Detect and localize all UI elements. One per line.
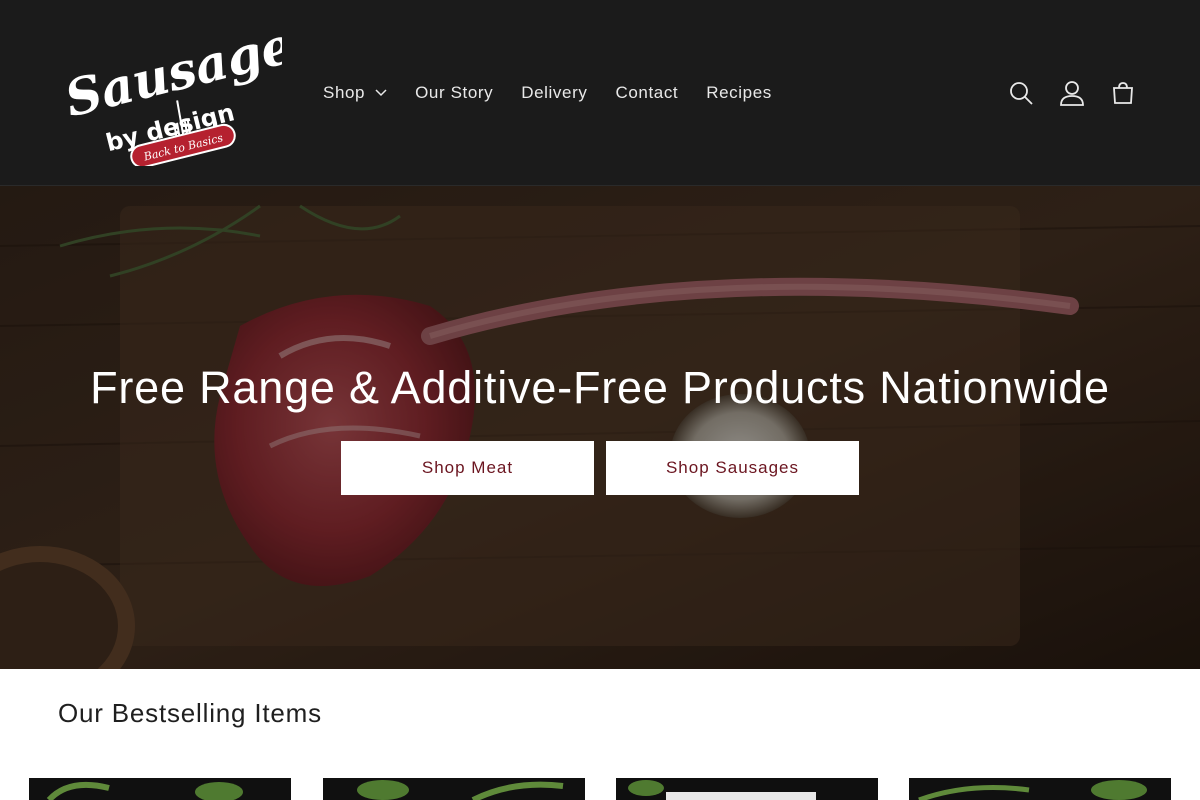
nav-our-story-label: Our Story: [415, 83, 494, 102]
shop-sausages-button[interactable]: Shop Sausages: [606, 441, 859, 495]
cart-icon: [1112, 81, 1133, 104]
nav-contact[interactable]: Contact: [601, 75, 692, 111]
nav-delivery[interactable]: Delivery: [507, 75, 601, 111]
cart-button[interactable]: [1100, 70, 1145, 115]
bestsellers-grid: [29, 778, 1171, 800]
site-header: Sausages by design Back to Basics Shop O…: [0, 0, 1200, 186]
hero-banner: Free Range & Additive-Free Products Nati…: [0, 186, 1200, 669]
nav-delivery-label: Delivery: [521, 83, 588, 102]
product-image: [909, 778, 1171, 800]
product-card[interactable]: [323, 778, 585, 800]
nav-shop[interactable]: Shop: [309, 75, 401, 111]
nav-recipes-label: Recipes: [706, 83, 772, 102]
nav-our-story[interactable]: Our Story: [401, 75, 507, 111]
shop-meat-button[interactable]: Shop Meat: [341, 441, 594, 495]
product-card[interactable]: [29, 778, 291, 800]
product-image: [323, 778, 585, 800]
nav-recipes[interactable]: Recipes: [692, 75, 786, 111]
product-card[interactable]: [909, 778, 1171, 800]
search-button[interactable]: [998, 70, 1043, 115]
product-image: [616, 778, 878, 800]
brand-logo-graphic: Sausages by design Back to Basics: [59, 18, 282, 166]
chevron-down-icon: [375, 89, 387, 97]
hero-overlay: [0, 186, 1200, 669]
bestsellers-title: Our Bestselling Items: [58, 698, 322, 728]
hero-buttons: Shop Meat Shop Sausages: [341, 441, 859, 495]
account-button[interactable]: [1049, 70, 1094, 115]
hero-heading: Free Range & Additive-Free Products Nati…: [90, 362, 1110, 413]
product-card[interactable]: [616, 778, 878, 800]
brand-logo[interactable]: Sausages by design Back to Basics: [58, 18, 282, 166]
account-icon: [1059, 80, 1084, 106]
nav-contact-label: Contact: [615, 83, 679, 102]
nav-shop-label: Shop: [323, 83, 366, 102]
search-icon: [1009, 81, 1033, 105]
main-navigation: Shop Our Story Delivery Contact Recipes: [309, 75, 786, 111]
product-image: [29, 778, 291, 800]
header-icons: [998, 70, 1151, 115]
logo-title-word: Sausages: [59, 18, 282, 128]
